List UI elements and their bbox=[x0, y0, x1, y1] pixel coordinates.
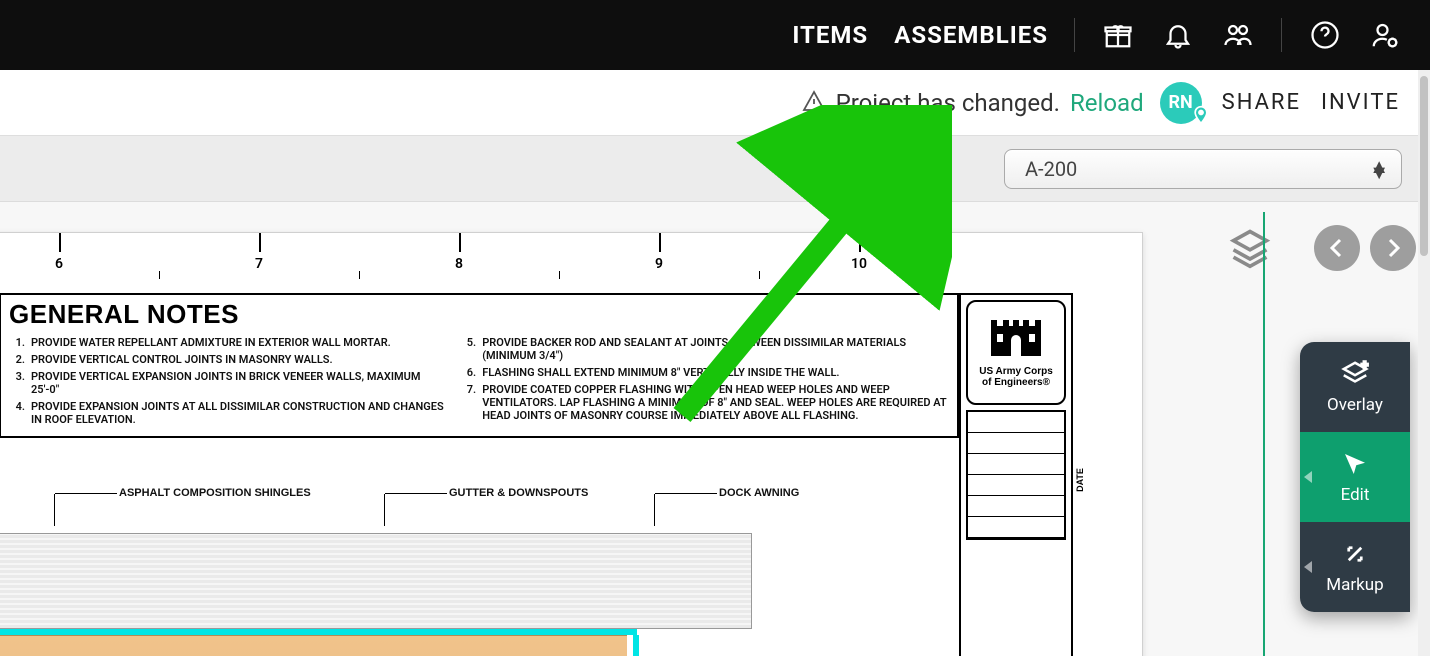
avatar[interactable]: RN bbox=[1160, 82, 1202, 124]
title-block: US Army Corps of Engineers® DATE bbox=[959, 293, 1073, 656]
note-item: 2.PROVIDE VERTICAL CONTROL JOINTS IN MAS… bbox=[9, 353, 446, 366]
toolbar: A-200 ▲▼ bbox=[0, 136, 1430, 202]
note-item: 7.PROVIDE COATED COPPER FLASHING WITH OP… bbox=[460, 383, 949, 422]
items-link[interactable]: ITEMS bbox=[792, 21, 868, 49]
avatar-initials: RN bbox=[1169, 92, 1193, 113]
reload-link[interactable]: Reload bbox=[1070, 89, 1144, 117]
overlay-tool[interactable]: + Overlay bbox=[1300, 342, 1410, 432]
canvas[interactable]: 6 7 8 9 10 GENERAL NOTES 1.PROVIDE WATER… bbox=[0, 202, 1430, 656]
bell-icon[interactable] bbox=[1161, 18, 1195, 52]
ruler-label: 9 bbox=[655, 256, 663, 272]
share-button[interactable]: SHARE bbox=[1222, 90, 1301, 115]
warning-icon bbox=[802, 89, 826, 117]
topbar: ITEMS ASSEMBLIES bbox=[0, 0, 1430, 70]
expand-indicator-icon bbox=[1304, 561, 1312, 573]
note-item: 1.PROVIDE WATER REPELLANT ADMIXTURE IN E… bbox=[9, 336, 446, 349]
titleblock-line1: US Army Corps bbox=[979, 366, 1053, 377]
ruler: 6 7 8 9 10 bbox=[0, 233, 1142, 281]
project-changed-notice: Project has changed. Reload bbox=[802, 89, 1144, 117]
page-select[interactable]: A-200 ▲▼ bbox=[1004, 149, 1402, 189]
note-item: 4.PROVIDE EXPANSION JOINTS AT ALL DISSIM… bbox=[9, 400, 446, 426]
select-arrows-icon: ▲▼ bbox=[1369, 163, 1389, 175]
project-changed-text: Project has changed. bbox=[836, 89, 1060, 117]
gift-icon[interactable] bbox=[1101, 18, 1135, 52]
tool-label: Edit bbox=[1341, 485, 1370, 505]
topbar-divider-2 bbox=[1281, 18, 1282, 52]
callout-awning: DOCK AWNING bbox=[719, 487, 799, 499]
tool-label: Markup bbox=[1326, 575, 1383, 595]
guide-line bbox=[1263, 212, 1265, 656]
callouts: ASPHALT COMPOSITION SHINGLES GUTTER & DO… bbox=[0, 487, 1072, 529]
user-settings-icon[interactable] bbox=[1368, 18, 1402, 52]
callout-shingles: ASPHALT COMPOSITION SHINGLES bbox=[119, 487, 311, 499]
next-page-button[interactable] bbox=[1370, 225, 1416, 271]
date-label: DATE bbox=[1075, 468, 1085, 492]
note-item: 3.PROVIDE VERTICAL EXPANSION JOINTS IN B… bbox=[9, 370, 446, 396]
edit-tool[interactable]: Edit bbox=[1300, 432, 1410, 522]
topbar-divider bbox=[1074, 18, 1075, 52]
tools-panel: + Overlay Edit Markup bbox=[1300, 342, 1410, 612]
ruler-label: 8 bbox=[455, 256, 463, 272]
vertical-scrollbar[interactable] bbox=[1418, 70, 1430, 656]
callout-gutter: GUTTER & DOWNSPOUTS bbox=[449, 487, 588, 499]
active-indicator-icon bbox=[1304, 471, 1312, 483]
prev-page-button[interactable] bbox=[1314, 225, 1360, 271]
help-icon[interactable] bbox=[1308, 18, 1342, 52]
ruler-label: 6 bbox=[55, 256, 63, 272]
general-notes: GENERAL NOTES 1.PROVIDE WATER REPELLANT … bbox=[0, 293, 959, 438]
right-sidebar: + Overlay Edit Markup bbox=[1260, 202, 1420, 656]
project-bar: Project has changed. Reload RN SHARE INV… bbox=[0, 70, 1430, 136]
note-item: 6.FLASHING SHALL EXTEND MINIMUM 8" VERTI… bbox=[460, 366, 949, 379]
invite-button[interactable]: INVITE bbox=[1321, 90, 1400, 115]
drawing-sheet: 6 7 8 9 10 GENERAL NOTES 1.PROVIDE WATER… bbox=[0, 232, 1143, 656]
assemblies-link[interactable]: ASSEMBLIES bbox=[894, 21, 1048, 49]
scrollbar-thumb[interactable] bbox=[1420, 76, 1428, 256]
tool-label: Overlay bbox=[1327, 395, 1383, 415]
elevation-drawing: 12 5 bbox=[0, 533, 959, 656]
ruler-label: 7 bbox=[255, 256, 263, 272]
titleblock-line2: of Engineers® bbox=[982, 377, 1050, 388]
notes-title: GENERAL NOTES bbox=[1, 295, 957, 336]
location-pin-icon bbox=[1191, 105, 1211, 130]
layers-button[interactable] bbox=[1226, 224, 1274, 272]
markup-tool[interactable]: Markup bbox=[1300, 522, 1410, 612]
note-item: 5.PROVIDE BACKER ROD AND SEALANT AT JOIN… bbox=[460, 336, 949, 362]
page-select-value: A-200 bbox=[1025, 157, 1077, 181]
ruler-label: 10 bbox=[851, 256, 867, 272]
castle-icon bbox=[989, 318, 1043, 362]
people-icon[interactable] bbox=[1221, 18, 1255, 52]
svg-text:+: + bbox=[1361, 359, 1368, 373]
